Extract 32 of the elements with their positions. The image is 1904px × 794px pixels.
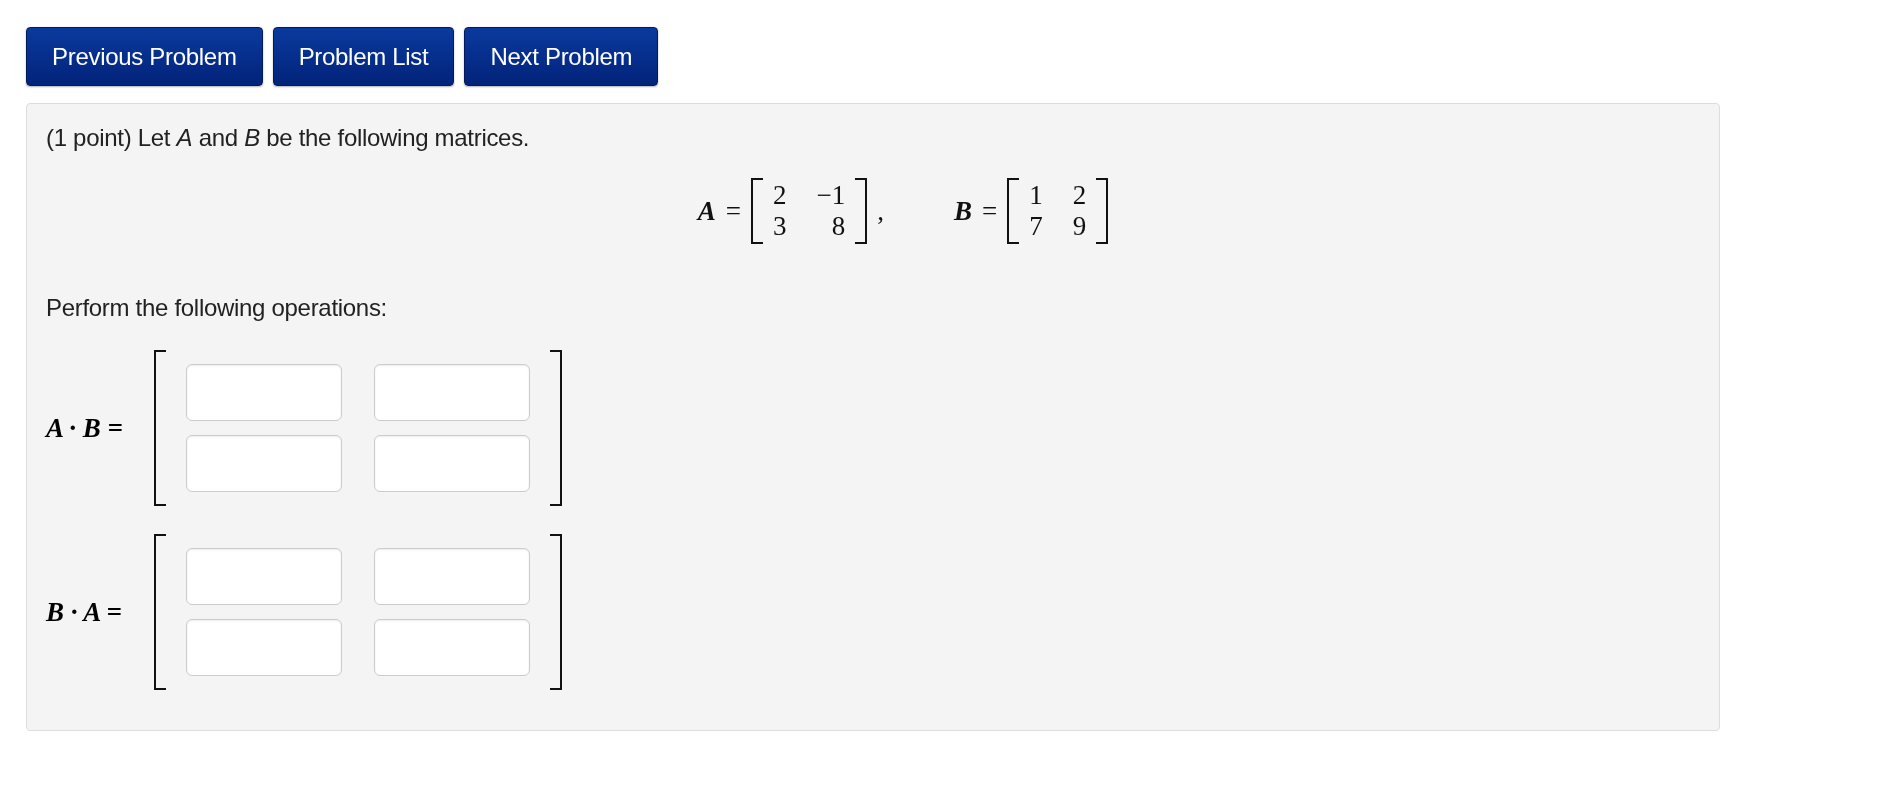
- matrix-entry: 2: [773, 182, 787, 209]
- comma: ,: [877, 195, 884, 227]
- equals-sign: =: [725, 195, 741, 227]
- nav-button[interactable]: Next Problem: [464, 27, 659, 86]
- right-bracket: [855, 178, 868, 244]
- answer-field[interactable]: [186, 364, 342, 421]
- instruction-text: Perform the following operations:: [46, 294, 388, 322]
- problem-statement: (1 point) Let A and B be the following matrices.: [46, 124, 531, 152]
- matrix-entry: 8: [830, 213, 846, 240]
- matrix-name: B: [954, 195, 972, 227]
- matrix-entry: 3: [773, 213, 787, 240]
- matrix-name: A: [697, 195, 716, 227]
- equals-sign: =: [982, 195, 998, 227]
- answer-field[interactable]: [374, 619, 530, 676]
- answer-field[interactable]: [186, 548, 342, 605]
- nav-button[interactable]: Previous Problem: [26, 27, 263, 86]
- matrix-entry: 7: [1029, 213, 1043, 240]
- answer-field[interactable]: [374, 548, 530, 605]
- matrix-entry: 9: [1072, 213, 1087, 240]
- matrix-entry: −1: [816, 182, 846, 209]
- operation-label: B · A =: [46, 596, 123, 628]
- left-bracket: [1007, 178, 1020, 244]
- nav-button[interactable]: Problem List: [272, 27, 455, 86]
- answer-field[interactable]: [186, 619, 342, 676]
- answer-field[interactable]: [186, 435, 342, 492]
- operation-label: A · B =: [46, 412, 124, 444]
- matrix-entry: 2: [1072, 182, 1087, 209]
- matrix-entry: 1: [1029, 182, 1043, 209]
- right-bracket: [1096, 178, 1109, 244]
- left-bracket: [751, 178, 763, 244]
- answer-field[interactable]: [374, 364, 530, 421]
- answer-field[interactable]: [374, 435, 530, 492]
